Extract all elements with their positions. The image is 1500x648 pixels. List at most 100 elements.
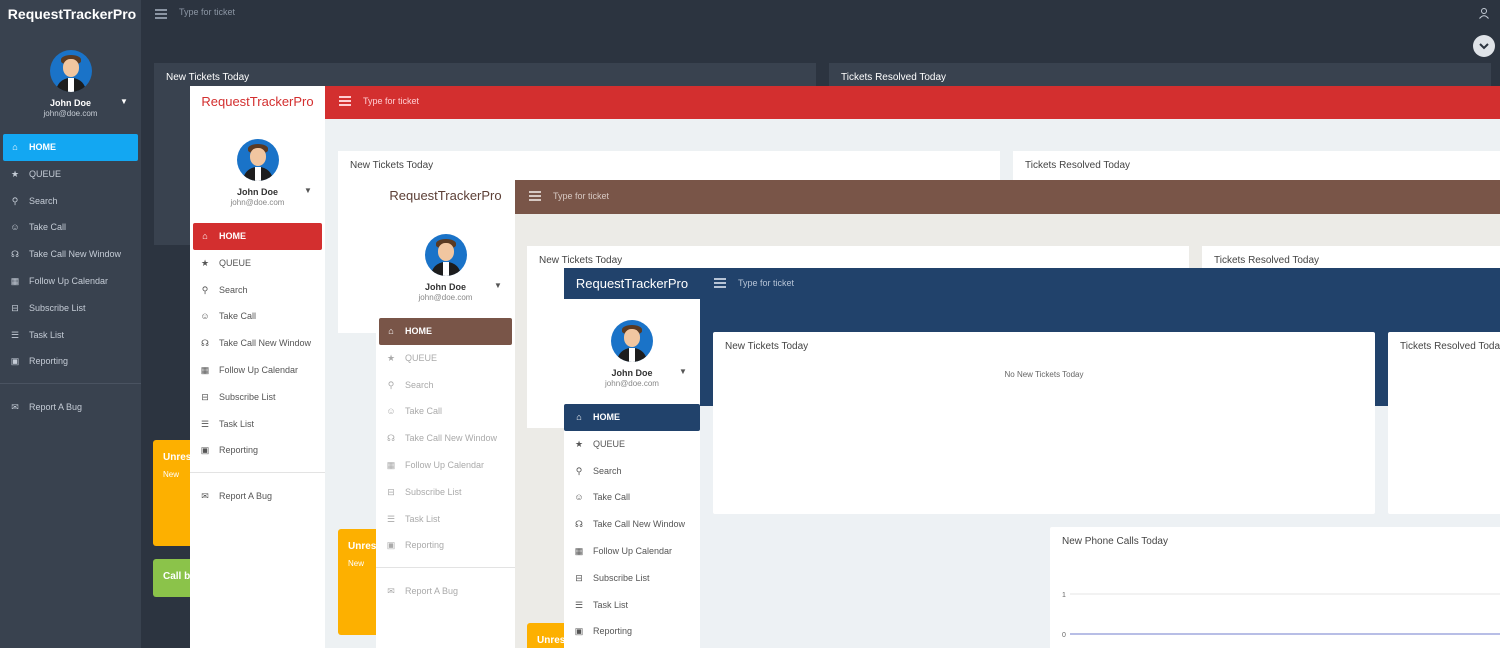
top-bar: Type for ticket [141, 0, 1500, 28]
headset-icon: ☊ [387, 433, 395, 444]
inbox-icon: ⊟ [575, 572, 583, 583]
sidebar-item-take-call[interactable]: ☺ Take Call [564, 484, 700, 511]
sidebar-item-reporting[interactable]: ▣ Reporting [190, 437, 325, 464]
sidebar-item-take-call-new-window[interactable]: ☊ Take Call New Window [376, 425, 515, 452]
collapse-button[interactable] [1473, 35, 1495, 57]
sidebar-item-report-bug[interactable]: ✉ Report A Bug [0, 394, 141, 421]
sidebar-item-queue[interactable]: ★ QUEUE [190, 250, 325, 277]
ticket-search-input[interactable]: Type for ticket [179, 7, 235, 17]
list-icon: ☰ [10, 329, 20, 340]
menu-icon[interactable] [155, 9, 167, 19]
nav-divider [376, 567, 515, 569]
calendar-icon: ▦ [386, 459, 396, 470]
chart-y-tick-label: 1 [1062, 592, 1066, 599]
search-icon: ⚲ [387, 379, 395, 390]
sidebar-item-follow-up-calendar[interactable]: ▦ Follow Up Calendar [0, 268, 141, 295]
sidebar-item-home[interactable]: ⌂ HOME [379, 318, 512, 345]
inbox-icon: ⊟ [201, 391, 209, 402]
sidebar-item-search[interactable]: ⚲ Search [0, 188, 141, 215]
briefcase-icon: ▣ [10, 356, 20, 367]
sidebar-item-subscribe-list[interactable]: ⊟ Subscribe List [190, 384, 325, 411]
sidebar-item-search[interactable]: ⚲ Search [190, 277, 325, 304]
app-logo[interactable]: RequestTrackerPro [376, 182, 515, 210]
home-icon: ⌂ [576, 412, 582, 422]
app-logo[interactable]: RequestTrackerPro [564, 268, 700, 299]
briefcase-icon: ▣ [200, 445, 210, 456]
sidebar-item-home[interactable]: ⌂ HOME [3, 134, 138, 161]
user-menu-caret-icon[interactable]: ▼ [120, 97, 128, 106]
card-title: Tickets Resolved Today [841, 72, 947, 83]
sidebar-item-reporting[interactable]: ▣ Reporting [376, 532, 515, 559]
card-title: Tickets Resolved Today [1400, 341, 1500, 352]
sidebar-item-report-bug[interactable]: ✉ Report A Bug [190, 483, 325, 510]
sidebar-nav: ⌂ HOME ★ QUEUE ⚲ Search ☺ Take Call ☊ Take Ca… [190, 223, 325, 510]
inbox-icon: ⊟ [11, 302, 19, 313]
sidebar-item-reporting[interactable]: ▣ Reporting [564, 618, 700, 645]
sidebar-item-search[interactable]: ⚲ Search [564, 458, 700, 485]
sidebar-item-task-list[interactable]: ☰ Task List [0, 322, 141, 349]
headset-icon: ☊ [11, 249, 19, 260]
sidebar-item-take-call[interactable]: ☺ Take Call [376, 398, 515, 425]
user-email: john@doe.com [605, 379, 659, 388]
sidebar-item-task-list[interactable]: ☰ Task List [564, 592, 700, 619]
sidebar-item-task-list[interactable]: ☰ Task List [190, 411, 325, 438]
home-icon: ⌂ [12, 142, 18, 152]
menu-icon[interactable] [529, 191, 541, 201]
phone-calls-card: New Phone Calls Today 10 [1050, 527, 1500, 648]
sidebar-item-follow-up-calendar[interactable]: ▦ Follow Up Calendar [190, 357, 325, 384]
ticket-search-input[interactable]: Type for ticket [553, 191, 609, 201]
user-menu-caret-icon[interactable]: ▼ [679, 367, 687, 376]
sidebar-item-follow-up-calendar[interactable]: ▦ Follow Up Calendar [376, 452, 515, 479]
sidebar-item-subscribe-list[interactable]: ⊟ Subscribe List [376, 479, 515, 506]
menu-icon[interactable] [714, 278, 726, 288]
top-bar: Type for ticket [325, 86, 1500, 119]
ticket-search-input[interactable]: Type for ticket [738, 278, 794, 288]
sidebar-item-task-list[interactable]: ☰ Task List [376, 506, 515, 533]
avatar [424, 234, 467, 276]
calendar-icon: ▦ [10, 275, 20, 286]
sidebar-item-reporting[interactable]: ▣ Reporting [0, 348, 141, 375]
card-title: New Tickets Today [166, 72, 250, 83]
user-menu-caret-icon[interactable]: ▼ [494, 281, 502, 290]
sidebar-item-home[interactable]: ⌂ HOME [193, 223, 322, 250]
list-icon: ☰ [200, 418, 210, 429]
user-menu-caret-icon[interactable]: ▼ [304, 186, 312, 195]
user-email: john@doe.com [230, 198, 285, 207]
sidebar-item-take-call-new-window[interactable]: ☊ Take Call New Window [564, 511, 700, 538]
phone-calls-chart: 10 [1062, 592, 1500, 639]
app-logo[interactable]: RequestTrackerPro [0, 0, 144, 28]
inbox-icon: ⊟ [387, 486, 395, 497]
calendar-icon: ▦ [574, 545, 584, 556]
sidebar-item-take-call-new-window[interactable]: ☊ Take Call New Window [0, 241, 141, 268]
sidebar-item-report-bug[interactable]: ✉ Report A Bug [376, 578, 515, 605]
empty-state-text: No New Tickets Today [1004, 370, 1084, 379]
user-profile: John Doe john@doe.com [376, 234, 515, 302]
app-logo[interactable]: RequestTrackerPro [190, 88, 325, 116]
headset-icon: ☊ [575, 519, 583, 530]
sidebar-item-queue[interactable]: ★ QUEUE [564, 431, 700, 458]
sidebar-nav: ⌂ HOME ★ QUEUE ⚲ Search ☺ Take Call ☊ Take Ca… [0, 134, 141, 421]
card-title: Tickets Resolved Today [1025, 160, 1131, 171]
user-profile: John Doe john@doe.com [564, 320, 700, 388]
user-account-icon[interactable] [1478, 7, 1490, 19]
sidebar-item-queue[interactable]: ★ QUEUE [0, 161, 141, 188]
star-icon: ★ [574, 438, 584, 449]
sidebar-item-subscribe-list[interactable]: ⊟ Subscribe List [564, 565, 700, 592]
sidebar-item-home[interactable]: ⌂ HOME [564, 404, 700, 431]
sidebar-item-take-call[interactable]: ☺ Take Call [190, 303, 325, 330]
search-icon: ⚲ [11, 195, 19, 206]
envelope-icon: ✉ [387, 586, 395, 597]
sidebar-item-search[interactable]: ⚲ Search [376, 372, 515, 399]
user-icon: ☺ [10, 222, 20, 233]
resolved-tickets-card: Tickets Resolved Today [1388, 332, 1500, 514]
star-icon: ★ [386, 352, 396, 363]
sidebar-item-take-call-new-window[interactable]: ☊ Take Call New Window [190, 330, 325, 357]
sidebar-item-subscribe-list[interactable]: ⊟ Subscribe List [0, 295, 141, 322]
sidebar-item-queue[interactable]: ★ QUEUE [376, 345, 515, 372]
user-icon: ☺ [574, 492, 584, 503]
sidebar-item-take-call[interactable]: ☺ Take Call [0, 214, 141, 241]
search-icon: ⚲ [575, 465, 583, 476]
menu-icon[interactable] [339, 96, 351, 106]
sidebar-item-follow-up-calendar[interactable]: ▦ Follow Up Calendar [564, 538, 700, 565]
ticket-search-input[interactable]: Type for ticket [363, 96, 419, 106]
